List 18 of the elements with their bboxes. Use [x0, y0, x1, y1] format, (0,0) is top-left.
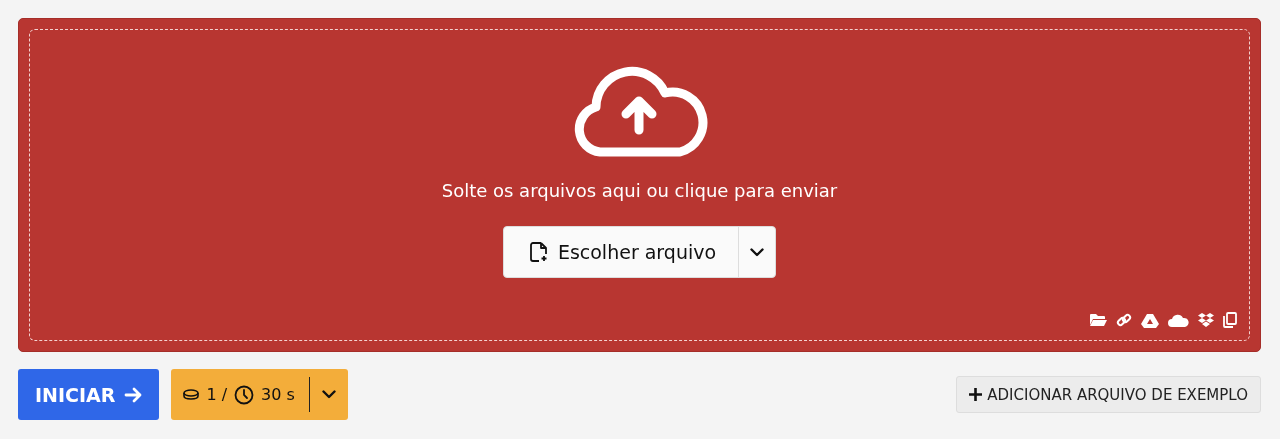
chevron-down-icon [750, 247, 765, 257]
box-icon[interactable] [1198, 312, 1214, 328]
folder-icon[interactable] [1089, 313, 1107, 327]
link-icon[interactable] [1116, 312, 1132, 328]
plus-icon [969, 388, 983, 401]
dropzone-message: Solte os arquivos aqui ou clique para enviar [441, 180, 838, 201]
arrow-right-icon [124, 386, 143, 403]
credits-button[interactable]: 1 / 30 s [171, 377, 310, 412]
add-example-file-button[interactable]: ADICIONAR ARQUIVO DE EXEMPLO [956, 376, 1261, 413]
coin-icon [183, 389, 200, 400]
triangle-drive-icon[interactable] [1141, 312, 1159, 328]
clock-icon [234, 384, 255, 405]
start-button[interactable]: INICIAR [18, 369, 160, 420]
file-plus-icon [529, 242, 548, 262]
upload-dropzone[interactable]: Solte os arquivos aqui ou clique para enviar Escolher arquivo [18, 18, 1261, 352]
chevron-down-icon [321, 390, 336, 399]
cloud-icon[interactable] [1168, 313, 1189, 327]
copy-icon[interactable] [1223, 312, 1237, 328]
